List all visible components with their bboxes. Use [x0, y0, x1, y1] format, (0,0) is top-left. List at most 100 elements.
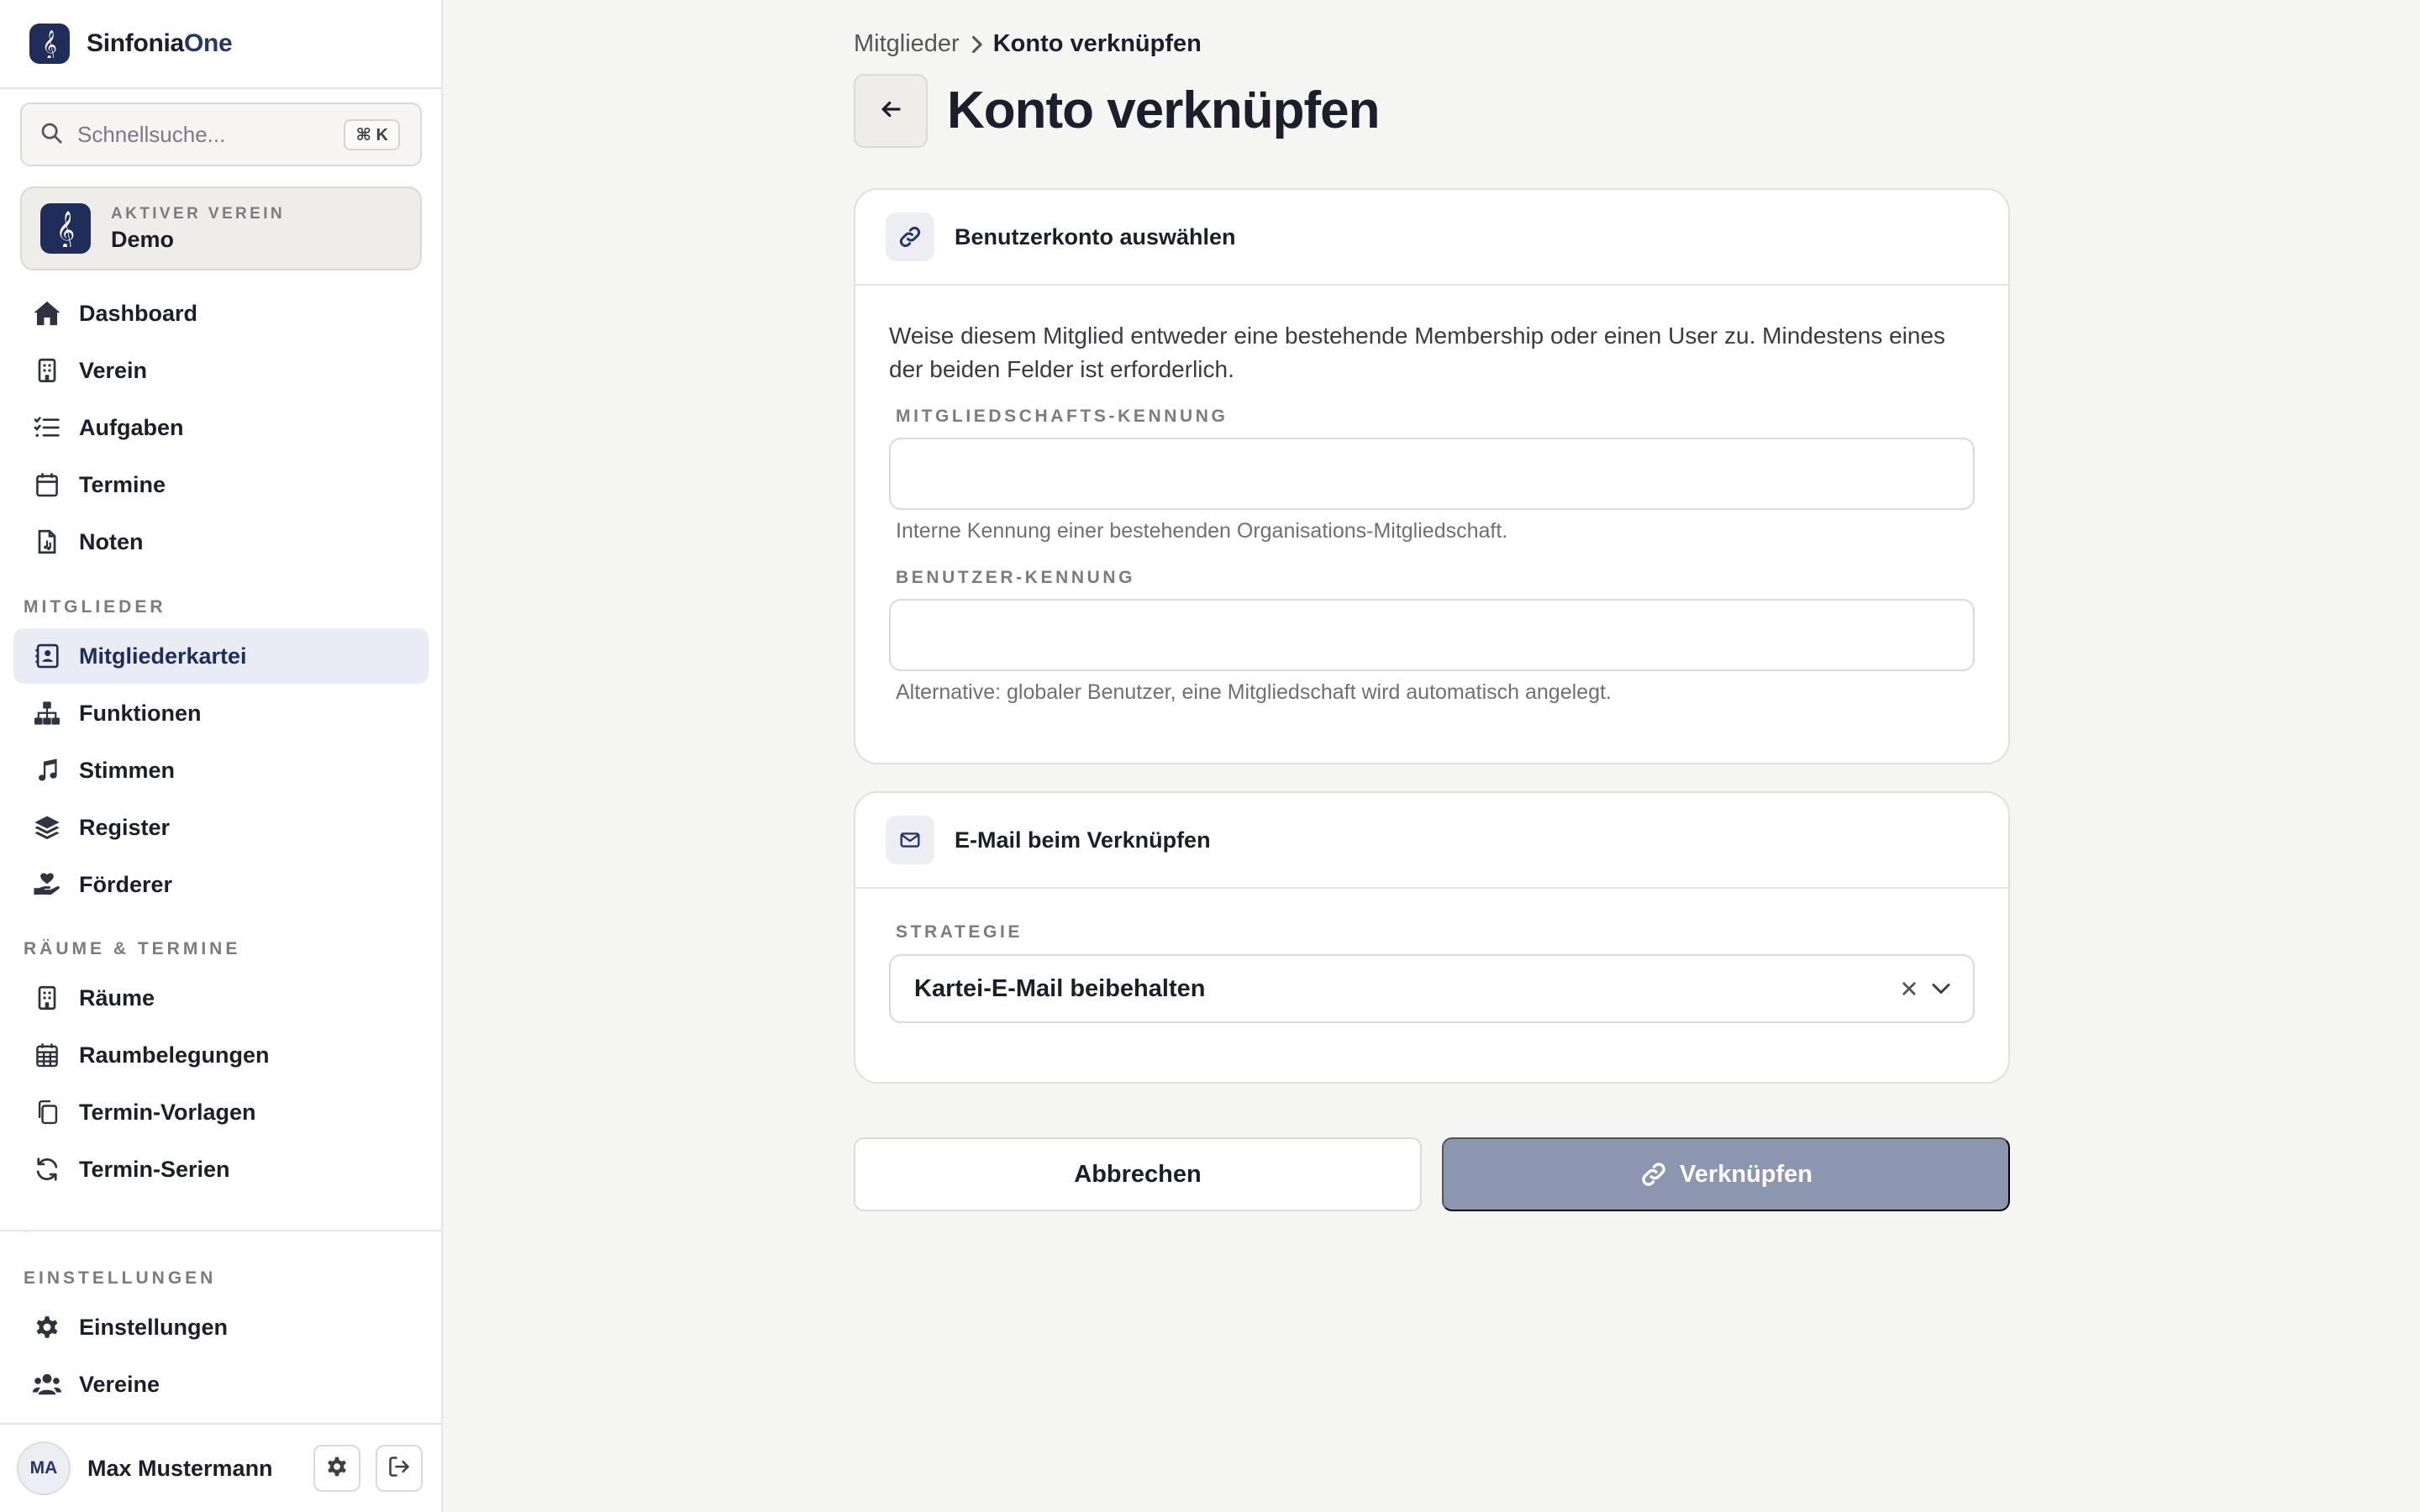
hand-heart-icon [32, 869, 62, 900]
nav-item-label: Funktionen [79, 700, 202, 726]
refresh-icon [32, 1154, 62, 1184]
logout-icon [387, 1455, 411, 1483]
nav-item-label: Einstellungen [79, 1314, 229, 1340]
user-name[interactable]: Max Mustermann [87, 1456, 313, 1482]
nav-item-label: Aufgaben [79, 414, 184, 440]
logout-button[interactable] [376, 1445, 423, 1492]
active-club-name: Demo [111, 226, 175, 252]
link-icon [1639, 1160, 1668, 1189]
card-description: Weise diesem Mitglied entweder eine best… [889, 323, 1946, 382]
chevron-down-icon[interactable] [1931, 980, 1951, 997]
building-icon [32, 983, 62, 1013]
nav-item-label: Dashboard [79, 300, 198, 326]
nav-item-raeume[interactable]: Räume [13, 970, 429, 1026]
search-icon [39, 120, 64, 150]
quick-search[interactable]: Schnellsuche... ⌘ K [20, 102, 422, 166]
nav-item-funktionen[interactable]: Funktionen [13, 685, 429, 741]
music-note-icon [32, 755, 62, 785]
nav-item-noten[interactable]: Noten [13, 514, 429, 570]
nav-item-mitgliederkartei[interactable]: Mitgliederkartei [13, 628, 429, 684]
treble-clef-logo-icon: 𝄞 [29, 24, 70, 64]
link-icon [886, 213, 934, 261]
account-selection-card: Benutzerkonto auswählen Weise diesem Mit… [854, 188, 2010, 764]
user-settings-button[interactable] [313, 1445, 360, 1492]
back-button[interactable] [854, 74, 928, 148]
section-label-raeume-termine: RÄUME & TERMINE [24, 939, 241, 958]
nav-item-vereine[interactable]: Vereine [13, 1357, 429, 1412]
link-account-button-label: Verknüpfen [1680, 1160, 1812, 1188]
nav-item-stimmen[interactable]: Stimmen [13, 743, 429, 798]
user-footer: MA Max Mustermann [0, 1425, 441, 1512]
membership-id-label: MITGLIEDSCHAFTS-KENNUNG [896, 407, 1228, 426]
calendar-icon [32, 470, 62, 500]
active-club-switcher[interactable]: 𝄞 AKTIVER VEREIN Demo [20, 186, 422, 270]
link-account-button[interactable]: Verknüpfen [1442, 1137, 2010, 1211]
calendar-grid-icon [32, 1040, 62, 1070]
nav-item-register[interactable]: Register [13, 800, 429, 855]
section-label-einstellungen: EINSTELLUNGEN [24, 1268, 217, 1288]
contact-card-icon [32, 641, 62, 671]
brand-name: SinfoniaOne [87, 29, 233, 58]
cancel-button[interactable]: Abbrechen [854, 1137, 1422, 1211]
section-label-mitglieder: MITGLIEDER [24, 597, 166, 617]
membership-id-help: Interne Kennung einer bestehenden Organi… [896, 519, 1508, 543]
nav-item-termin-serien[interactable]: Termin-Serien [13, 1142, 429, 1197]
layers-icon [32, 812, 62, 843]
search-placeholder: Schnellsuche... [77, 121, 226, 147]
building-icon [32, 355, 62, 386]
nav-item-label: Vereine [79, 1371, 160, 1397]
brand-name-part2: One [183, 29, 233, 57]
nav-item-raumbelegungen[interactable]: Raumbelegungen [13, 1027, 429, 1083]
club-logo-icon: 𝄞 [40, 203, 91, 254]
breadcrumb-parent-link[interactable]: Mitglieder [854, 30, 960, 58]
membership-id-input[interactable] [889, 438, 1975, 510]
users-icon [32, 1369, 62, 1399]
nav-item-label: Stimmen [79, 757, 176, 783]
svg-text:𝄞: 𝄞 [56, 211, 75, 247]
brand-name-part1: Sinfonia [87, 29, 184, 57]
sidebar-divider [0, 1230, 441, 1231]
nav-item-label: Mitgliederkartei [79, 643, 247, 669]
card-title: E-Mail beim Verknüpfen [955, 827, 1211, 853]
gear-icon [32, 1312, 62, 1342]
strategy-label: STRATEGIE [896, 922, 1023, 942]
avatar[interactable]: MA [17, 1441, 71, 1495]
nav-item-dashboard[interactable]: Dashboard [13, 286, 429, 341]
strategy-selected-value: Kartei-E-Mail beibehalten [914, 974, 1206, 1002]
nav-item-label: Register [79, 814, 171, 840]
strategy-select[interactable]: Kartei-E-Mail beibehalten [889, 954, 1975, 1023]
nav-item-termine[interactable]: Termine [13, 457, 429, 512]
nav-item-termin-vorlagen[interactable]: Termin-Vorlagen [13, 1084, 429, 1140]
nav-item-einstellungen[interactable]: Einstellungen [13, 1299, 429, 1355]
email-strategy-card: E-Mail beim Verknüpfen STRATEGIE Kartei-… [854, 791, 2010, 1084]
nav-item-label: Termin-Vorlagen [79, 1099, 256, 1125]
user-id-label: BENUTZER-KENNUNG [896, 568, 1136, 587]
brand[interactable]: 𝄞 SinfoniaOne [0, 0, 441, 89]
nav-item-foerderer[interactable]: Förderer [13, 857, 429, 912]
breadcrumb-current: Konto verknüpfen [992, 30, 1202, 57]
nav-item-aufgaben[interactable]: Aufgaben [13, 400, 429, 455]
page-title: Konto verknüpfen [947, 81, 1380, 139]
clear-selection-icon[interactable] [1901, 980, 1918, 997]
user-id-input[interactable] [889, 599, 1975, 671]
copy-icon [32, 1097, 62, 1127]
active-club-kicker: AKTIVER VEREIN [111, 204, 286, 223]
org-chart-icon [32, 698, 62, 728]
nav-item-label: Termin-Serien [79, 1156, 230, 1182]
nav-item-label: Termine [79, 471, 166, 497]
envelope-icon [886, 816, 934, 864]
breadcrumb: Mitglieder Konto verknüpfen [854, 30, 1202, 58]
nav-item-verein[interactable]: Verein [13, 343, 429, 398]
nav-item-label: Noten [79, 528, 144, 554]
arrow-left-icon [878, 97, 903, 126]
svg-text:𝄞: 𝄞 [42, 30, 57, 58]
nav-item-label: Räume [79, 984, 155, 1011]
gear-icon [325, 1455, 349, 1483]
nav-item-label: Verein [79, 357, 148, 383]
user-id-help: Alternative: globaler Benutzer, eine Mit… [896, 680, 1612, 704]
nav-item-label: Raumbelegungen [79, 1042, 270, 1068]
card-title: Benutzerkonto auswählen [955, 223, 1236, 249]
sidebar: 𝄞 SinfoniaOne Schnellsuche... ⌘ K 𝄞 AKTI… [0, 0, 443, 1512]
home-icon [32, 298, 62, 328]
sheet-music-icon [32, 527, 62, 557]
